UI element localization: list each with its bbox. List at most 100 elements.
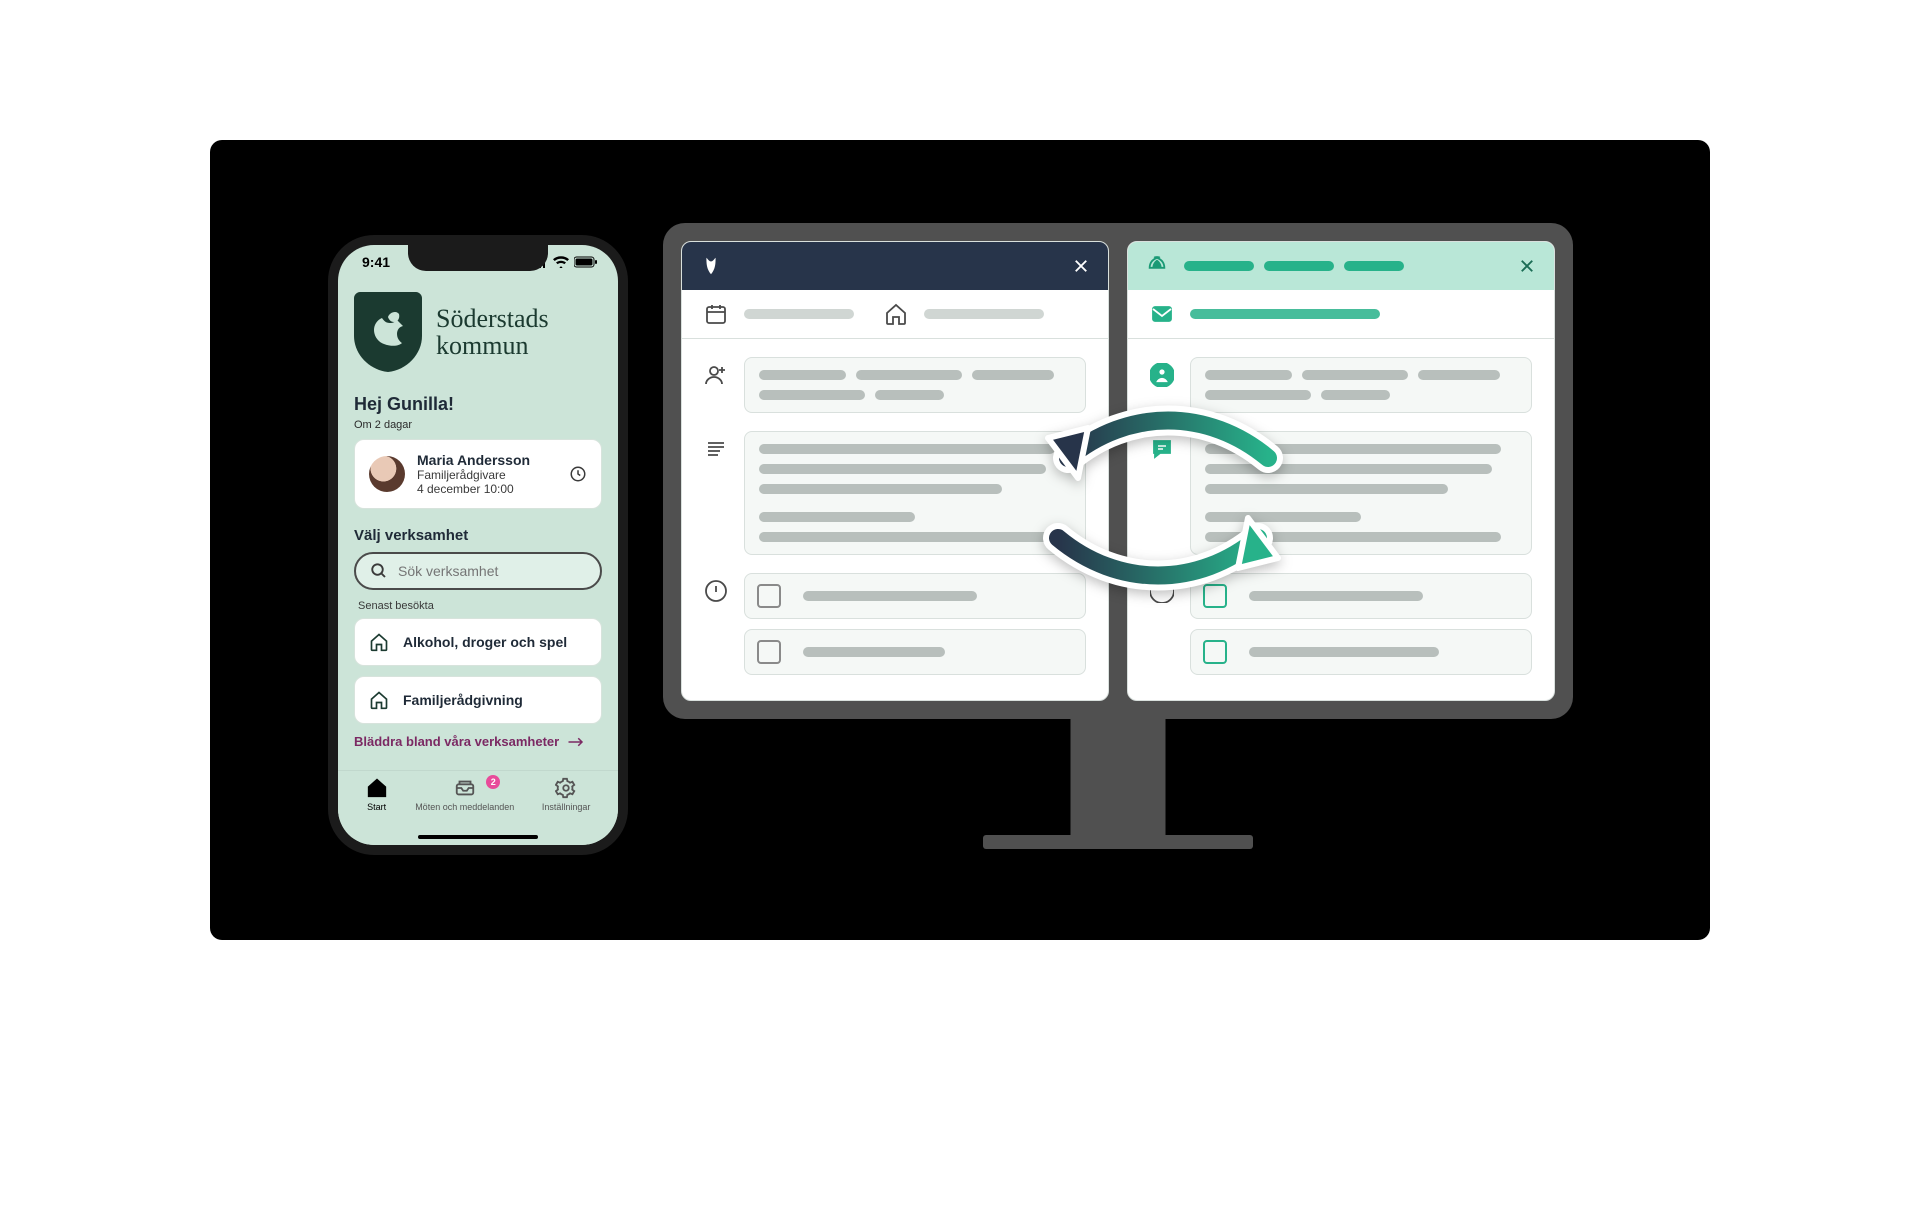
arrow-right-icon [567, 735, 585, 749]
brand: Söderstads kommun [354, 292, 602, 372]
monitor-frame [663, 223, 1573, 719]
monitor-foot [983, 835, 1253, 849]
close-icon[interactable] [1518, 257, 1536, 275]
placeholder-line [744, 309, 854, 319]
appointment-name: Maria Andersson [417, 452, 530, 468]
avatar [369, 456, 405, 492]
monitor-stand [1071, 719, 1166, 839]
service-item-alcohol[interactable]: Alkohol, droger och spel [354, 618, 602, 666]
placeholder-line [759, 512, 915, 522]
app-window-left [681, 241, 1109, 701]
appointment-text: Maria Andersson Familjerådgivare 4 decem… [417, 452, 530, 496]
placeholder-line [1418, 370, 1499, 380]
placeholder-line [972, 370, 1053, 380]
task-item[interactable] [1190, 573, 1532, 619]
title-pills [1184, 261, 1404, 271]
window-body-right [1128, 339, 1554, 700]
window-titlebar-right [1128, 242, 1554, 290]
window-toolbar-right [1128, 290, 1554, 339]
placeholder-line [856, 370, 962, 380]
search-field[interactable] [354, 552, 602, 590]
greeting: Hej Gunilla! [354, 394, 602, 415]
task-item[interactable] [1190, 629, 1532, 675]
home-icon [366, 777, 388, 799]
section-user [704, 357, 1086, 413]
placeholder-line [1205, 532, 1501, 542]
phone-notch [408, 245, 548, 271]
tab-start[interactable]: Start [366, 777, 388, 812]
notes-block [744, 431, 1086, 555]
placeholder-line [1344, 261, 1404, 271]
checkbox-icon[interactable] [1203, 584, 1227, 608]
battery-icon [574, 256, 598, 268]
placeholder-line [1205, 444, 1501, 454]
tab-settings[interactable]: Inställningar [542, 777, 591, 812]
placeholder-line [759, 484, 1002, 494]
monitor-screens [681, 241, 1555, 701]
window-titlebar-left [682, 242, 1108, 290]
app-logo-icon [700, 255, 722, 277]
gear-icon [555, 777, 577, 799]
section-chat [1150, 431, 1532, 555]
tab-label: Möten och meddelanden [415, 802, 514, 812]
mail-icon [1150, 302, 1174, 326]
choose-service-label: Välj verksamhet [354, 527, 602, 544]
task-item[interactable] [744, 573, 1086, 619]
browse-label: Bläddra bland våra verksamheter [354, 734, 559, 749]
tab-label: Start [367, 802, 386, 812]
placeholder-line [1249, 591, 1423, 601]
search-input[interactable] [396, 562, 586, 580]
tab-label: Inställningar [542, 802, 591, 812]
appointment-role: Familjerådgivare [417, 468, 530, 482]
placeholder-line [1264, 261, 1334, 271]
user-icon [1150, 363, 1174, 387]
check-circle-icon [1150, 579, 1174, 603]
chat-icon [1150, 437, 1174, 461]
brand-name: Söderstads kommun [436, 305, 549, 360]
placeholder-line [1321, 390, 1390, 400]
home-icon [369, 632, 389, 652]
checkbox-icon[interactable] [1203, 640, 1227, 664]
section-user [1150, 357, 1532, 413]
browse-link[interactable]: Bläddra bland våra verksamheter [354, 734, 602, 749]
app-logo-icon [1146, 255, 1168, 277]
placeholder-line [759, 370, 846, 380]
tab-meetings[interactable]: 2 Möten och meddelanden [415, 777, 514, 812]
brand-line2: kommun [436, 332, 549, 359]
placeholder-line [759, 390, 865, 400]
home-icon [884, 302, 908, 326]
checkbox-icon[interactable] [757, 584, 781, 608]
inbox-icon [454, 777, 476, 799]
composition-canvas: 9:41 Söde [210, 140, 1710, 940]
user-icon [704, 363, 728, 387]
placeholder-line [759, 464, 1046, 474]
appointment-datetime: 4 december 10:00 [417, 482, 530, 496]
window-toolbar-left [682, 290, 1108, 339]
info-block [1190, 357, 1532, 413]
status-time: 9:41 [362, 254, 390, 270]
placeholder-line [803, 591, 977, 601]
brand-line1: Söderstads [436, 305, 549, 332]
service-label: Alkohol, droger och spel [403, 634, 567, 650]
task-item[interactable] [744, 629, 1086, 675]
placeholder-line [1205, 370, 1292, 380]
placeholder-line [924, 309, 1044, 319]
phone-frame: 9:41 Söde [328, 235, 628, 855]
info-block [744, 357, 1086, 413]
tab-bar: Start 2 Möten och meddelanden Inställnin… [338, 770, 618, 845]
recent-label: Senast besökta [358, 600, 602, 612]
close-icon[interactable] [1072, 257, 1090, 275]
brand-logo [354, 292, 422, 372]
section-tasks [704, 573, 1086, 675]
wifi-icon [553, 256, 569, 268]
service-item-family[interactable]: Familjerådgivning [354, 676, 602, 724]
home-indicator [418, 835, 538, 839]
appointment-card[interactable]: Maria Andersson Familjerådgivare 4 decem… [354, 439, 602, 509]
notification-badge: 2 [486, 775, 500, 789]
lines-icon [704, 437, 728, 461]
placeholder-line [1205, 464, 1492, 474]
section-notes [704, 431, 1086, 555]
placeholder-line [1205, 512, 1361, 522]
shield-icon [354, 292, 422, 372]
checkbox-icon[interactable] [757, 640, 781, 664]
